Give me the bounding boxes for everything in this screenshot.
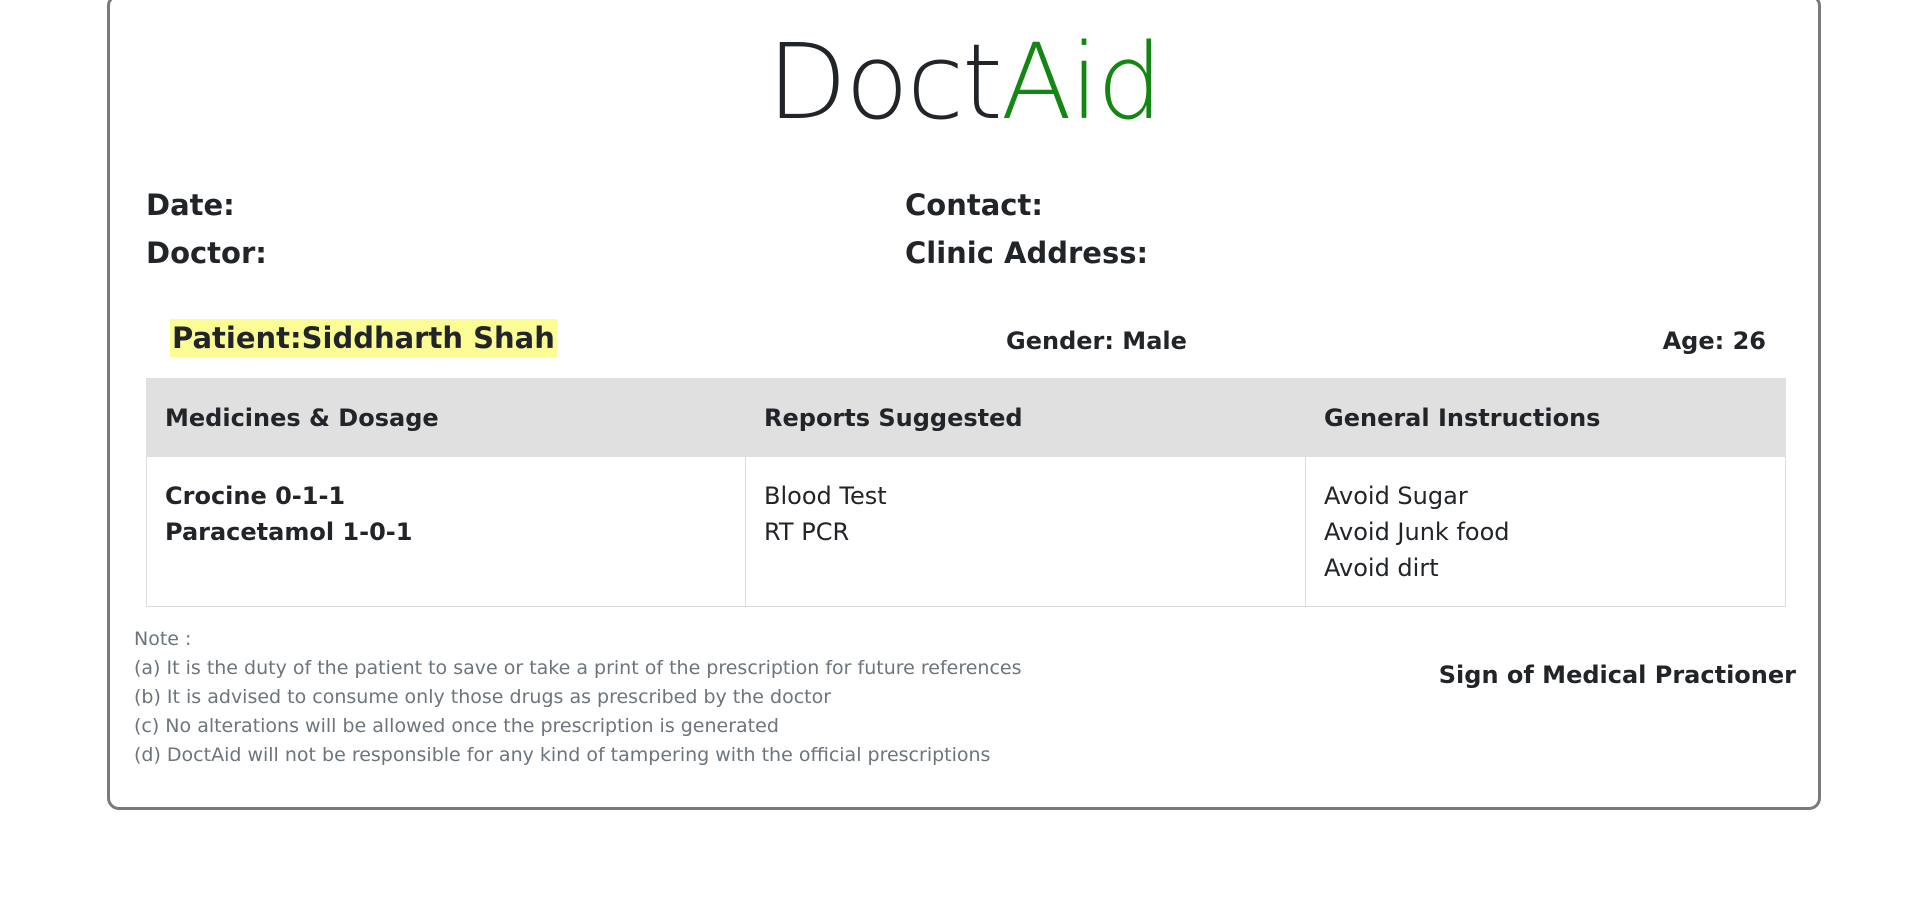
contact-label: Contact: [905,188,1043,222]
header-reports: Reports Suggested [745,378,1306,457]
header-instructions: General Instructions [1305,378,1786,457]
instructions-cell: Avoid Sugar Avoid Junk food Avoid dirt [1305,456,1786,607]
clinic-address-label: Clinic Address: [905,236,1149,270]
brand-logo-part2: Aid [1000,21,1163,143]
prescription-table: Medicines & Dosage Reports Suggested Gen… [146,378,1786,607]
patient-age: Age: 26 [1662,327,1766,355]
instruction-item: Avoid dirt [1324,554,1439,582]
report-item: RT PCR [764,518,850,546]
doctor-label: Doctor: [146,236,267,270]
note-item: (c) No alterations will be allowed once … [134,715,779,737]
medicine-item: Paracetamol 1-0-1 [165,518,413,546]
patient-gender: Gender: Male [1006,327,1187,355]
reports-cell: Blood Test RT PCR [745,456,1306,607]
prescription-card: DoctAid Date: Doctor: Contact: Clinic Ad… [107,0,1821,810]
signature-label: Sign of Medical Practioner [1438,661,1796,689]
medicines-cell: Crocine 0-1-1 Paracetamol 1-0-1 [146,456,746,607]
brand-logo: DoctAid [110,17,1818,147]
medicine-item: Crocine 0-1-1 [165,482,346,510]
info-right: Contact: Clinic Address: [905,187,1148,283]
note-item: (d) DoctAid will not be responsible for … [134,744,991,766]
patient-row: Patient:Siddharth Shah Gender: Male Age:… [146,315,1786,365]
instruction-item: Avoid Sugar [1324,482,1468,510]
notes-title: Note : [134,628,192,650]
header-medicines: Medicines & Dosage [146,378,746,457]
info-left: Date: Doctor: [146,187,267,283]
table-row: Crocine 0-1-1 Paracetamol 1-0-1 Blood Te… [146,456,1786,607]
date-label: Date: [146,188,235,222]
brand-logo-part1: Doct [767,21,1003,143]
report-item: Blood Test [764,482,887,510]
patient-name: Patient:Siddharth Shah [170,319,557,357]
note-item: (a) It is the duty of the patient to sav… [134,657,1022,679]
table-header-row: Medicines & Dosage Reports Suggested Gen… [146,378,1786,457]
instruction-item: Avoid Junk food [1324,518,1510,546]
notes-section: Note : (a) It is the duty of the patient… [134,625,1022,770]
note-item: (b) It is advised to consume only those … [134,686,832,708]
